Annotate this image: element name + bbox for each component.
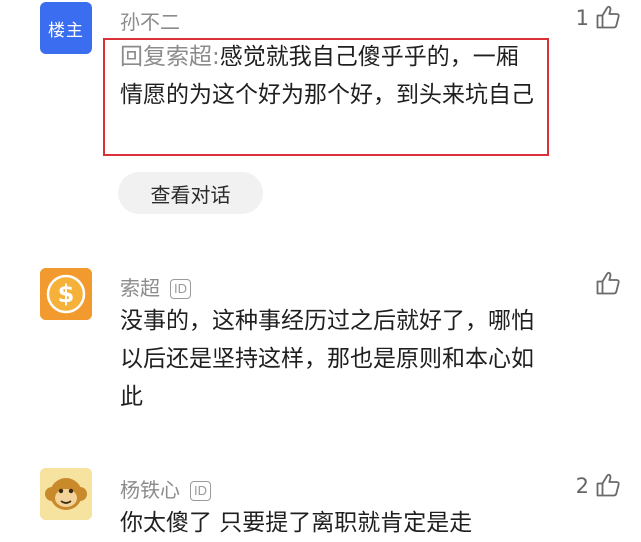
comment-body: 你太傻了 只要提了离职就肯定是走 bbox=[120, 510, 473, 536]
comment-author[interactable]: 孙不二 bbox=[120, 6, 180, 35]
thumbs-up-icon bbox=[596, 5, 620, 29]
like-button[interactable] bbox=[589, 270, 621, 296]
comment-author[interactable]: 索超 ID bbox=[120, 272, 191, 301]
id-badge: ID bbox=[190, 481, 211, 501]
svg-text:$: $ bbox=[58, 280, 75, 308]
comment-text: 回复索超:感觉就我自己傻乎乎的，一厢情愿的为这个好为那个好，到头来坑自己 bbox=[120, 38, 535, 114]
host-avatar[interactable]: 楼主 bbox=[40, 2, 92, 54]
avatar[interactable]: $ bbox=[40, 268, 92, 320]
comment-author[interactable]: 杨铁心 ID bbox=[120, 474, 211, 503]
like-button[interactable]: 2 bbox=[576, 472, 621, 498]
like-count: 1 bbox=[575, 6, 589, 30]
monkey-face-icon bbox=[40, 468, 92, 520]
comment-body: 没事的，这种事经历过之后就好了，哪怕以后还是坚持这样，那也是原则和本心如此 bbox=[120, 308, 534, 410]
reply-to-label: 回复索超: bbox=[120, 44, 220, 70]
id-badge: ID bbox=[170, 279, 191, 299]
thumbs-up-icon bbox=[596, 271, 620, 295]
thumbs-up-icon bbox=[596, 473, 620, 497]
host-avatar-label: 楼主 bbox=[48, 20, 84, 41]
like-count: 2 bbox=[575, 474, 589, 498]
author-name: 杨铁心 bbox=[120, 478, 180, 502]
like-button[interactable]: 1 bbox=[576, 4, 621, 30]
author-name: 索超 bbox=[120, 276, 160, 300]
view-conversation-button[interactable]: 查看对话 bbox=[118, 172, 263, 214]
avatar[interactable] bbox=[40, 468, 92, 520]
dollar-coin-icon: $ bbox=[40, 268, 92, 320]
